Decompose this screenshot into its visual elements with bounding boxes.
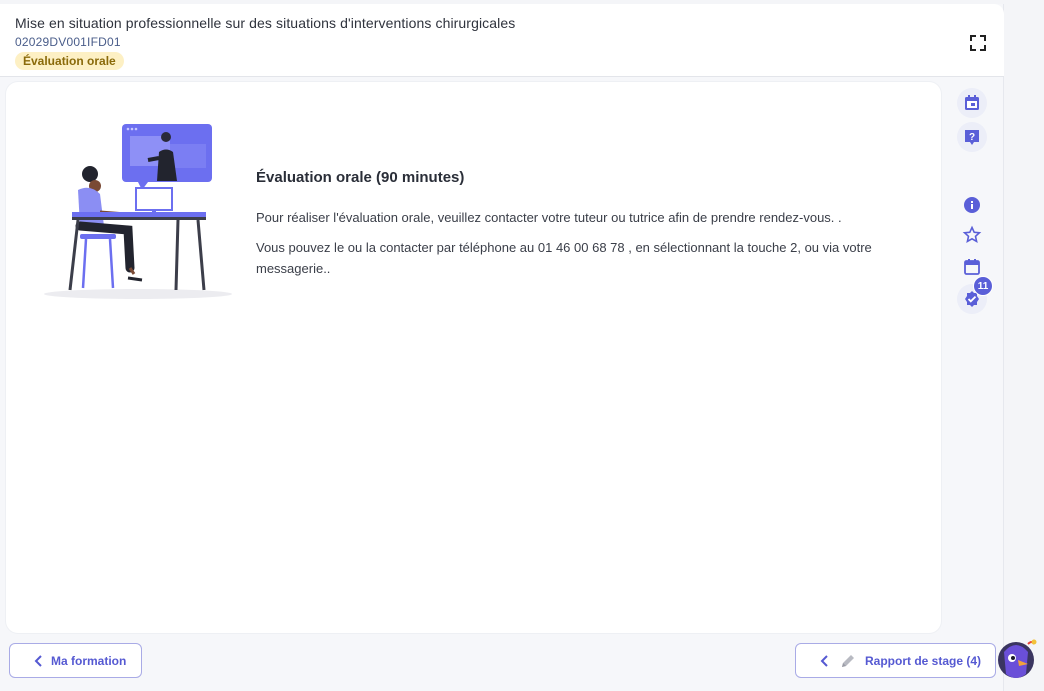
info-icon: [964, 197, 980, 213]
ma-formation-label: Ma formation: [51, 653, 127, 668]
ma-formation-button[interactable]: Ma formation: [9, 643, 142, 678]
contact-paragraph: Vous pouvez le ou la contacter par télép…: [256, 240, 872, 276]
course-code: 02029DV001IFD01: [15, 35, 121, 49]
content-title: Évaluation orale (90 minutes): [256, 169, 465, 186]
main-card: Évaluation orale (90 minutes) Pour réali…: [6, 82, 941, 633]
notification-count-badge: 11: [973, 276, 993, 296]
help-icon: ?: [965, 130, 979, 145]
svg-text:?: ?: [969, 132, 975, 143]
star-icon: [962, 225, 982, 243]
video-call-illustration: [44, 124, 232, 299]
pencil-icon: [842, 654, 854, 667]
info-button[interactable]: [957, 190, 987, 220]
chevron-left-icon: [820, 654, 828, 667]
chevron-left-icon: [34, 654, 42, 667]
favorite-button[interactable]: [957, 220, 987, 250]
calendar-icon: [965, 95, 979, 110]
page-header: Mise en situation professionnelle sur de…: [0, 4, 1004, 77]
help-button[interactable]: ?: [957, 122, 987, 152]
fullscreen-button[interactable]: [966, 31, 990, 55]
app-frame: Mise en situation professionnelle sur de…: [0, 4, 1004, 691]
instructions-paragraph: Pour réaliser l'évaluation orale, veuill…: [256, 210, 842, 225]
calendar-button[interactable]: [957, 88, 987, 118]
rapport-de-stage-button[interactable]: Rapport de stage (4): [795, 643, 996, 678]
page-title: Mise en situation professionnelle sur de…: [15, 15, 516, 31]
rapport-de-stage-label: Rapport de stage (4): [865, 653, 982, 668]
fullscreen-icon: [970, 35, 986, 51]
mascot-assistant-icon[interactable]: [994, 634, 1040, 684]
calendar-outline-icon: [964, 259, 980, 275]
status-badge: Évaluation orale: [15, 52, 124, 70]
